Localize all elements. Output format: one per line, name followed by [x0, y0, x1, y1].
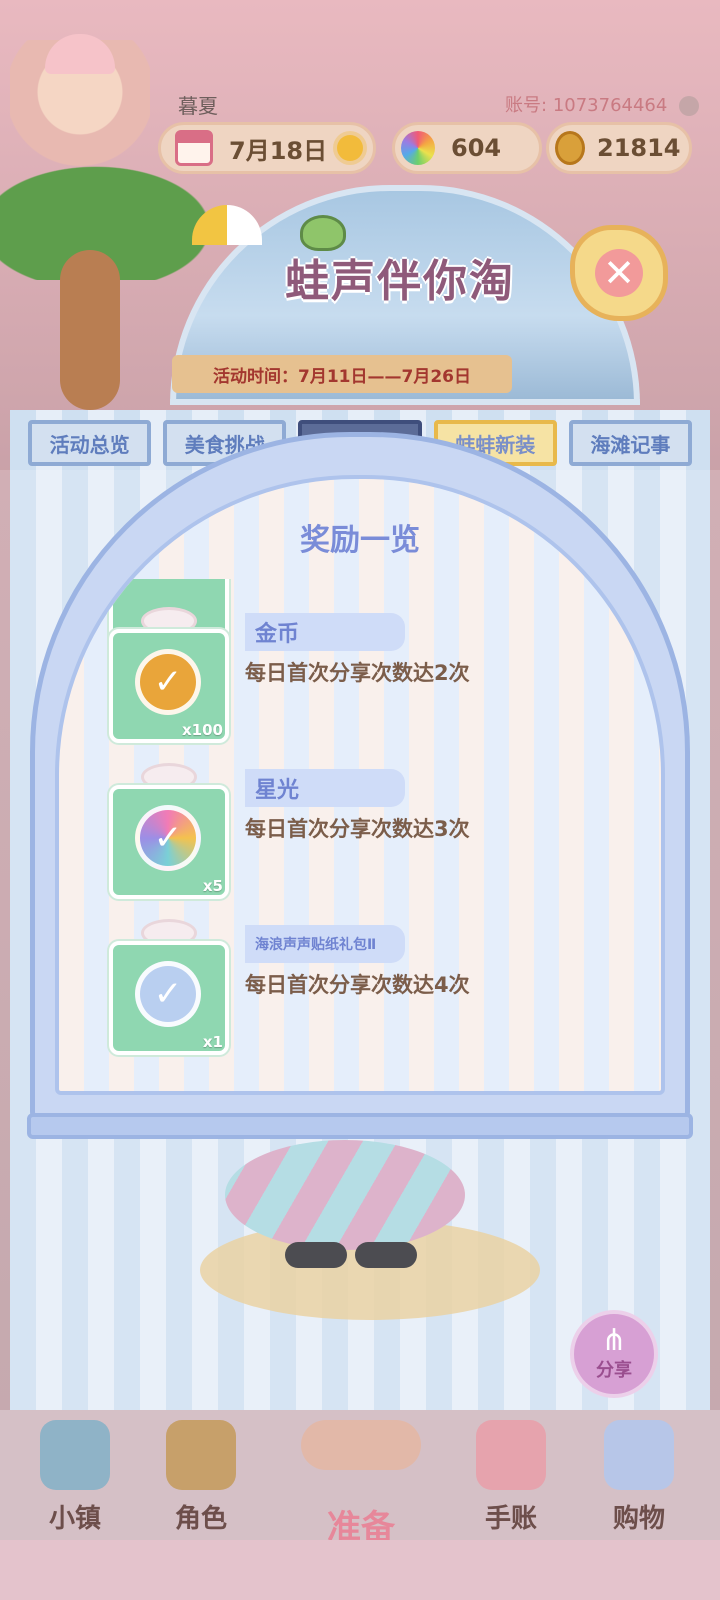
- reward-condition: 每日首次分享次数达4次: [245, 973, 470, 997]
- nav-prepare[interactable]: 准备: [296, 1420, 426, 1548]
- coin-icon: [555, 131, 585, 165]
- account-info: 账号: 1073764464: [505, 91, 700, 117]
- reward-item: ✓ x100 金币 每日首次分享次数达2次: [109, 607, 649, 749]
- modal-base: [27, 1113, 693, 1139]
- sticker-pack-claimed-icon: ✓: [135, 961, 201, 1027]
- coin-counter[interactable]: 21814: [546, 122, 692, 174]
- date-display: 7月18日: [158, 122, 376, 174]
- carousel-roof: [45, 34, 115, 74]
- starlight-icon: [401, 131, 435, 165]
- bottom-strip: [0, 1540, 720, 1600]
- gift-box-icon: ✓ x100: [109, 607, 229, 743]
- character-icon: [166, 1420, 236, 1490]
- close-button[interactable]: ✕: [570, 225, 668, 321]
- bottom-nav: 小镇 角色 准备 手账 购物: [0, 1410, 720, 1548]
- calendar-icon: [175, 130, 213, 166]
- share-button[interactable]: ⋔ 分享: [570, 1310, 658, 1398]
- reward-quantity: x1: [202, 1033, 223, 1051]
- reward-quantity: x100: [182, 721, 223, 739]
- tab-beach-diary[interactable]: 海滩记事: [568, 420, 693, 466]
- username: 暮夏: [178, 94, 218, 118]
- coin-value: 21814: [597, 134, 681, 162]
- date-text: 7月18日: [229, 136, 328, 165]
- bouquet-icon: [301, 1420, 421, 1470]
- nav-label: 购物: [612, 1504, 665, 1534]
- share-icon: ⋔: [601, 1323, 627, 1358]
- gold-coins-claimed-icon: ✓: [135, 649, 201, 715]
- reward-name: 金币: [245, 613, 405, 651]
- nav-label: 小镇: [48, 1504, 101, 1534]
- share-label: 分享: [596, 1360, 632, 1381]
- journal-icon: [476, 1420, 546, 1490]
- starlight-counter[interactable]: 604: [392, 122, 542, 174]
- copy-icon[interactable]: [679, 96, 700, 116]
- reward-condition: 每日首次分享次数达3次: [245, 817, 470, 841]
- account-id: 1073764464: [552, 95, 668, 116]
- reward-item: ✓ x1 海浪声声贴纸礼包Ⅱ 每日首次分享次数达4次: [109, 919, 649, 1061]
- event-time: 活动时间：7月11日——7月26日: [172, 355, 512, 393]
- starlight-claimed-icon: ✓: [135, 805, 201, 871]
- close-icon: ✕: [595, 249, 643, 297]
- reward-list[interactable]: x1 ✓ x100 金币 每日首次分享次数达2次 ✓ x5: [59, 579, 661, 1089]
- tab-overview[interactable]: 活动总览: [28, 420, 152, 466]
- rewards-modal: 奖励一览 x1 ✓ x100 金币 每日首次分享次数达2次: [27, 432, 693, 1139]
- account-label: 账号:: [505, 95, 548, 116]
- gift-box-icon: ✓ x5: [109, 763, 229, 899]
- nav-town[interactable]: 小镇: [20, 1420, 130, 1540]
- reward-name: 星光: [245, 769, 405, 807]
- event-title: 蛙声伴你淘: [285, 256, 515, 307]
- reward-condition: 每日首次分享次数达2次: [245, 661, 470, 685]
- nav-character[interactable]: 角色: [146, 1420, 256, 1540]
- map-icon: [40, 1420, 110, 1490]
- nav-shopping[interactable]: 购物: [584, 1420, 694, 1540]
- carousel-avatar-icon[interactable]: [10, 34, 150, 170]
- gift-box-icon: ✓ x1: [109, 919, 229, 1055]
- nav-label: 角色: [174, 1504, 227, 1534]
- reward-item: ✓ x5 星光 每日首次分享次数达3次: [109, 763, 649, 905]
- shopping-bag-icon: [604, 1420, 674, 1490]
- nav-label: 手账: [484, 1504, 537, 1534]
- umbrella-icon: [192, 205, 262, 245]
- reward-name: 海浪声声贴纸礼包Ⅱ: [245, 925, 405, 963]
- modal-title: 奖励一览: [300, 523, 420, 558]
- palm-trunk-decoration: [60, 250, 120, 410]
- reward-quantity: x5: [202, 877, 223, 895]
- starlight-value: 604: [451, 134, 502, 162]
- rewards-panel: 奖励一览 x1 ✓ x100 金币 每日首次分享次数达2次: [55, 475, 665, 1095]
- nav-journal[interactable]: 手账: [456, 1420, 566, 1540]
- sun-icon: [337, 135, 364, 161]
- top-bar: 暮夏 账号: 1073764464 7月18日 604 21814: [0, 0, 720, 190]
